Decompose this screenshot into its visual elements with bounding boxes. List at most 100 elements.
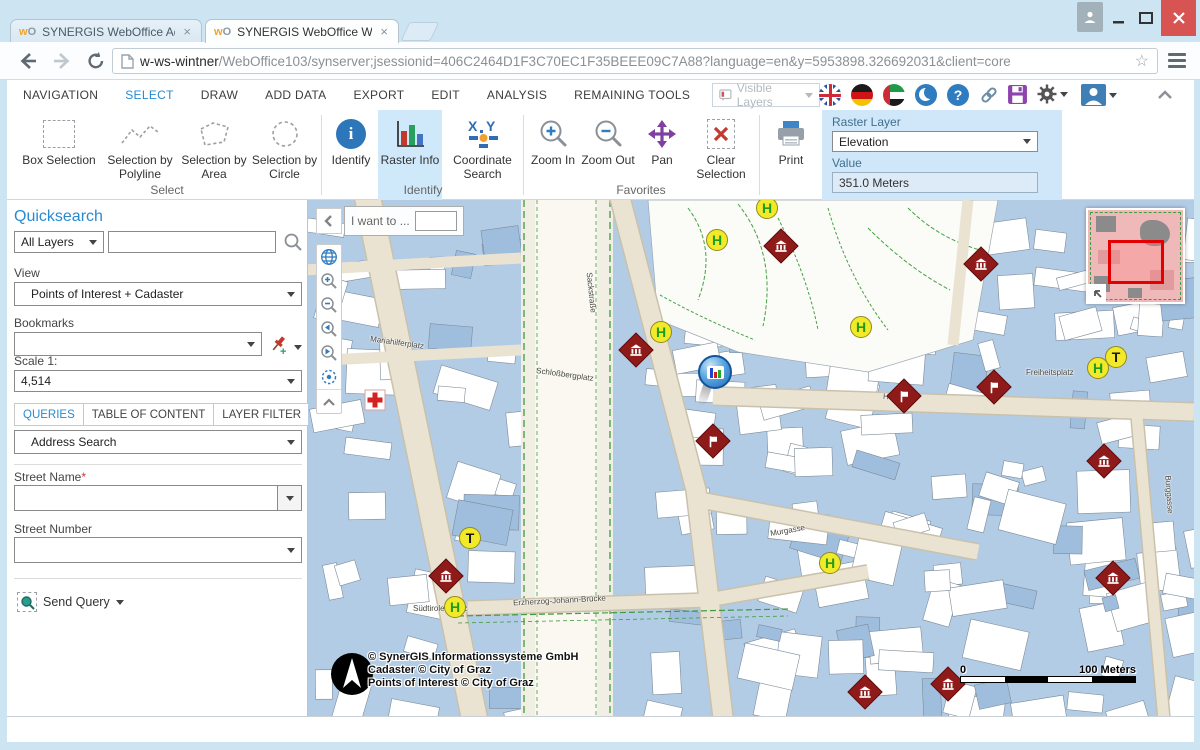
bookmark-menu-caret[interactable] [294, 345, 302, 354]
tool-selection-by-circle[interactable]: Selection by Circle [251, 115, 318, 185]
close-tab-icon[interactable]: × [181, 24, 193, 39]
close-button[interactable] [1161, 0, 1196, 36]
menu-remaining-tools[interactable]: REMAINING TOOLS [574, 88, 690, 102]
poi-query-marker[interactable] [698, 355, 734, 401]
map-zoom-out-icon[interactable] [317, 293, 341, 317]
night-mode-icon[interactable] [915, 84, 937, 106]
street-number-select[interactable] [14, 537, 302, 563]
status-bar [7, 716, 1194, 742]
group-separator [759, 115, 760, 195]
new-tab-button[interactable] [401, 22, 440, 41]
query-type-select[interactable]: Address Search [14, 430, 302, 454]
poi-taxi-marker[interactable]: T [1105, 346, 1127, 368]
scale-select[interactable]: 4,514 [14, 370, 302, 392]
overview-collapse-button[interactable] [1088, 284, 1106, 302]
overview-map[interactable] [1086, 208, 1185, 304]
browser-profile-button[interactable] [1077, 2, 1103, 32]
tool-print[interactable]: Print [763, 115, 819, 185]
collapse-sidebar-button[interactable] [316, 208, 342, 234]
tool-box-selection[interactable]: Box Selection [15, 115, 103, 185]
reload-button[interactable] [82, 47, 110, 75]
minimize-button[interactable] [1106, 0, 1132, 36]
menu-draw[interactable]: DRAW [201, 88, 238, 102]
bookmarks-select[interactable] [14, 332, 262, 356]
next-extent-icon[interactable] [317, 341, 341, 365]
tool-pan[interactable]: Pan [637, 115, 687, 185]
browser-menu-icon[interactable] [1168, 53, 1186, 71]
quicksearch-input[interactable] [108, 231, 276, 253]
maximize-button[interactable] [1133, 0, 1159, 36]
copyright-line: © SynerGIS Informationssysteme GmbH [368, 651, 578, 664]
previous-extent-icon[interactable] [317, 317, 341, 341]
forward-button[interactable] [48, 47, 76, 75]
user-account-button[interactable] [1081, 84, 1117, 106]
poi-taxi-marker[interactable]: T [459, 527, 481, 549]
poi-hotel-marker[interactable]: H [650, 321, 672, 343]
map-zoom-in-icon[interactable] [317, 269, 341, 293]
menu-analysis[interactable]: ANALYSIS [487, 88, 547, 102]
full-extent-globe-icon[interactable] [317, 245, 341, 269]
tab-queries[interactable]: QUERIES [14, 403, 83, 426]
street-name-input[interactable] [14, 485, 278, 511]
chevron-down-icon [89, 240, 97, 249]
view-select[interactable]: Points of Interest + Cadaster [14, 282, 302, 306]
raster-layer-select[interactable]: Elevation [832, 131, 1038, 152]
visible-layers-button[interactable]: Visible Layers [712, 83, 820, 107]
poi-hotel-marker[interactable]: H [444, 596, 466, 618]
poi-pharmacy-marker[interactable] [365, 390, 386, 411]
share-link-icon[interactable] [979, 85, 999, 110]
language-arabic-flag[interactable] [883, 84, 905, 106]
poi-hotel-marker[interactable]: H [850, 316, 872, 338]
tab-table-of-content[interactable]: TABLE OF CONTENT [83, 403, 214, 426]
chevron-down-icon [1060, 92, 1068, 101]
street-name-combobox[interactable] [14, 485, 302, 511]
tool-selection-by-area[interactable]: Selection by Area [177, 115, 251, 185]
poi-hotel-marker[interactable]: H [819, 552, 841, 574]
chevron-down-icon [1109, 93, 1117, 102]
identify-icon: i [336, 115, 366, 153]
collapse-map-tools-icon[interactable] [317, 389, 341, 413]
weboffice-app: NAVIGATION SELECT DRAW ADD DATA EXPORT E… [7, 80, 1194, 742]
map-copyright: © SynerGIS Informationssysteme GmbHCadas… [368, 651, 578, 690]
tool-identify[interactable]: i Identify [325, 115, 377, 185]
tool-zoom-out[interactable]: Zoom Out [579, 115, 637, 185]
help-icon[interactable]: ? [947, 84, 969, 106]
poi-hotel-marker[interactable]: H [706, 229, 728, 251]
language-english-flag[interactable] [819, 84, 841, 106]
browser-tab-web[interactable]: wO SYNERGIS WebOffice Web × [205, 19, 399, 43]
i-want-to-box[interactable]: I want to ... [344, 206, 464, 236]
person-icon [1083, 10, 1097, 24]
street-name-dropdown-button[interactable] [278, 485, 302, 511]
i-want-to-input[interactable] [415, 211, 457, 231]
bookmark-star-icon[interactable]: ☆ [1135, 51, 1149, 71]
overview-extent-rectangle[interactable] [1108, 240, 1164, 284]
search-icon[interactable] [283, 232, 303, 257]
menu-export[interactable]: EXPORT [353, 88, 404, 102]
menu-edit[interactable]: EDIT [431, 88, 460, 102]
close-tab-icon[interactable]: × [378, 24, 390, 39]
map-viewport[interactable]: MariahilferplatzSchloßbergplatzSackstraß… [308, 200, 1194, 716]
locate-icon[interactable] [317, 365, 341, 389]
tool-raster-info[interactable]: Raster Info [378, 115, 442, 185]
quicksearch-layer-select[interactable]: All Layers [14, 231, 104, 253]
tab-title: SYNERGIS WebOffice Web [237, 25, 372, 39]
tool-coordinate-search[interactable]: XY Coordinate Search [445, 115, 520, 185]
close-icon [1173, 12, 1185, 24]
address-bar[interactable]: w-ws-wintner/WebOffice103/synserver;jses… [112, 48, 1158, 74]
collapse-toolbar-icon[interactable] [1157, 88, 1173, 106]
menu-navigation[interactable]: NAVIGATION [23, 88, 98, 102]
add-bookmark-icon[interactable]: + [268, 334, 290, 361]
svg-text:Y: Y [486, 118, 496, 134]
send-query-button[interactable]: Send Query [17, 592, 124, 612]
tab-layer-filter[interactable]: LAYER FILTER [213, 403, 310, 426]
menu-select[interactable]: SELECT [125, 88, 173, 102]
settings-button[interactable] [1037, 84, 1068, 104]
tool-selection-by-polyline[interactable]: Selection by Polyline [103, 115, 177, 185]
tool-clear-selection[interactable]: Clear Selection [687, 115, 755, 185]
browser-tab-admin[interactable]: wO SYNERGIS WebOffice Adm × [10, 19, 202, 43]
save-session-icon[interactable] [1007, 84, 1028, 110]
menu-add-data[interactable]: ADD DATA [265, 88, 326, 102]
language-german-flag[interactable] [851, 84, 873, 106]
back-button[interactable] [14, 47, 42, 75]
tool-zoom-in[interactable]: Zoom In [527, 115, 579, 185]
